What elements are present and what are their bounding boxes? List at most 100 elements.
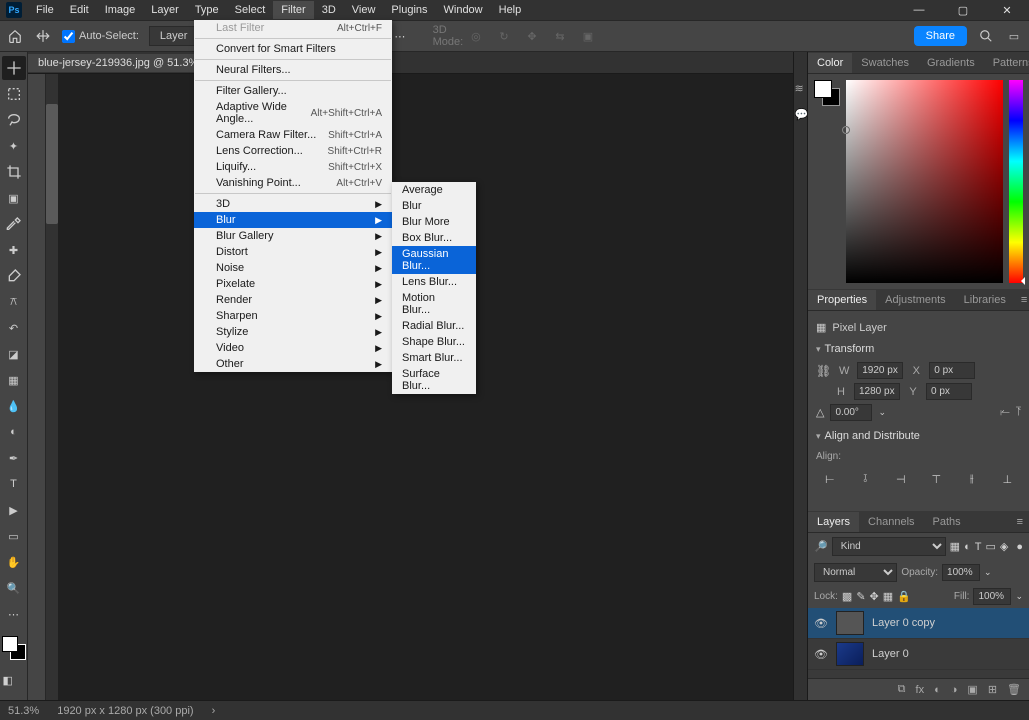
menu-blur-submenu[interactable]: Blur▶ <box>194 212 392 228</box>
layer-row[interactable]: 👁 Layer 0 <box>808 639 1029 670</box>
menu-surface-blur[interactable]: Surface Blur... <box>392 366 476 394</box>
menu-noise-submenu[interactable]: Noise▶ <box>194 260 392 276</box>
menu-lens-correction[interactable]: Lens Correction...Shift+Ctrl+R <box>194 143 392 159</box>
menu-help[interactable]: Help <box>491 1 530 19</box>
menu-video-submenu[interactable]: Video▶ <box>194 340 392 356</box>
tab-layers[interactable]: Layers <box>808 512 859 532</box>
edit-toolbar[interactable]: ⋯ <box>2 602 26 626</box>
marquee-tool[interactable] <box>2 82 26 106</box>
gradient-tool[interactable]: ▦ <box>2 368 26 392</box>
menu-file[interactable]: File <box>28 1 62 19</box>
opacity-dropdown-icon[interactable]: ⌄ <box>984 567 992 578</box>
tab-libraries[interactable]: Libraries <box>955 290 1015 310</box>
auto-select-check[interactable] <box>62 30 75 43</box>
rectangle-tool[interactable]: ▭ <box>2 524 26 548</box>
align-vcenter-icon[interactable]: ⫲ <box>963 470 981 488</box>
home-icon[interactable] <box>6 27 24 45</box>
tab-color[interactable]: Color <box>808 53 852 73</box>
more-options-icon[interactable]: ⋯ <box>391 27 409 45</box>
eyedropper-tool[interactable] <box>2 212 26 236</box>
menu-layer[interactable]: Layer <box>143 1 187 19</box>
layer-thumbnail[interactable] <box>836 611 864 635</box>
menu-vanishing-point[interactable]: Vanishing Point...Alt+Ctrl+V <box>194 175 392 191</box>
move-tool[interactable] <box>2 56 26 80</box>
zoom-level[interactable]: 51.3% <box>8 705 39 717</box>
lock-transparent-icon[interactable]: ▩ <box>842 590 852 603</box>
layer-name[interactable]: Layer 0 <box>872 648 909 660</box>
lock-all-icon[interactable]: 🔒 <box>897 590 911 603</box>
pen-tool[interactable]: ✒ <box>2 446 26 470</box>
link-layers-icon[interactable]: ⧉ <box>898 683 906 696</box>
auto-select-checkbox[interactable]: Auto-Select: <box>62 30 139 43</box>
crop-tool[interactable] <box>2 160 26 184</box>
maximize-button[interactable]: ▢ <box>941 0 985 20</box>
menu-camera-raw[interactable]: Camera Raw Filter...Shift+Ctrl+A <box>194 127 392 143</box>
menu-blur-more[interactable]: Blur More <box>392 214 476 230</box>
filter-shape-icon[interactable]: ▭ <box>985 540 995 553</box>
link-wh-icon[interactable]: ⛓ <box>816 364 831 378</box>
hand-tool[interactable]: ✋ <box>2 550 26 574</box>
menu-neural-filters[interactable]: Neural Filters... <box>194 62 392 78</box>
filter-smart-icon[interactable]: ◈ <box>1000 540 1008 553</box>
align-section-header[interactable]: ▾Align and Distribute <box>812 427 1025 445</box>
healing-brush-tool[interactable]: ✚ <box>2 238 26 262</box>
menu-blur[interactable]: Blur <box>392 198 476 214</box>
group-icon[interactable]: ▣ <box>967 683 977 696</box>
fill-input[interactable] <box>973 588 1011 605</box>
menu-smart-blur[interactable]: Smart Blur... <box>392 350 476 366</box>
filter-pixel-icon[interactable]: ▦ <box>950 540 960 553</box>
adjustment-layer-icon[interactable]: ◑ <box>951 684 958 696</box>
menu-radial-blur[interactable]: Radial Blur... <box>392 318 476 334</box>
flip-vertical-icon[interactable]: ⥔ <box>1016 406 1021 419</box>
color-fg-bg-swatch[interactable] <box>814 80 840 106</box>
lock-position-icon[interactable]: ✥ <box>870 590 879 603</box>
height-input[interactable] <box>854 383 900 400</box>
opacity-input[interactable] <box>942 564 980 581</box>
lock-image-icon[interactable]: ✎ <box>856 590 865 603</box>
tab-channels[interactable]: Channels <box>859 512 923 532</box>
comments-panel-icon[interactable]: 💬 <box>795 108 807 120</box>
visibility-icon[interactable]: 👁 <box>814 648 828 661</box>
menu-select[interactable]: Select <box>227 1 274 19</box>
tab-patterns[interactable]: Patterns <box>984 53 1029 73</box>
menu-motion-blur[interactable]: Motion Blur... <box>392 290 476 318</box>
flip-horizontal-icon[interactable]: ⥒ <box>1000 406 1010 419</box>
visibility-icon[interactable]: 👁 <box>814 617 828 630</box>
menu-shape-blur[interactable]: Shape Blur... <box>392 334 476 350</box>
align-right-icon[interactable]: ⊣ <box>892 470 910 488</box>
width-input[interactable] <box>857 362 903 379</box>
layer-filter-kind[interactable]: Kind <box>832 537 946 556</box>
layer-mask-icon[interactable]: ◐ <box>934 684 941 696</box>
status-chevron-icon[interactable]: › <box>212 705 216 717</box>
quick-mask-toggle[interactable]: ◧ <box>3 674 25 686</box>
menu-average[interactable]: Average <box>392 182 476 198</box>
align-bottom-icon[interactable]: ⊥ <box>998 470 1016 488</box>
clone-stamp-tool[interactable]: ⚻ <box>2 290 26 314</box>
close-button[interactable]: ✕ <box>985 0 1029 20</box>
transform-section-header[interactable]: ▾Transform <box>812 340 1025 358</box>
delete-layer-icon[interactable]: 🗑 <box>1007 683 1021 696</box>
filter-type-icon[interactable]: T <box>975 541 982 553</box>
dodge-tool[interactable]: ◐ <box>2 420 26 444</box>
menu-type[interactable]: Type <box>187 1 227 19</box>
type-tool[interactable]: T <box>2 472 26 496</box>
menu-adaptive-wide-angle[interactable]: Adaptive Wide Angle...Alt+Shift+Ctrl+A <box>194 99 392 127</box>
align-left-icon[interactable]: ⊢ <box>821 470 839 488</box>
blend-mode-select[interactable]: Normal <box>814 563 897 582</box>
menu-liquify[interactable]: Liquify...Shift+Ctrl+X <box>194 159 392 175</box>
menu-edit[interactable]: Edit <box>62 1 97 19</box>
layer-style-icon[interactable]: fx <box>916 684 925 696</box>
menu-other-submenu[interactable]: Other▶ <box>194 356 392 372</box>
path-selection-tool[interactable]: ▶ <box>2 498 26 522</box>
menu-convert-smart-filters[interactable]: Convert for Smart Filters <box>194 41 392 57</box>
layer-name[interactable]: Layer 0 copy <box>872 617 935 629</box>
move-tool-icon[interactable] <box>34 27 52 45</box>
tab-adjustments[interactable]: Adjustments <box>876 290 955 310</box>
x-input[interactable] <box>929 362 975 379</box>
menu-view[interactable]: View <box>344 1 384 19</box>
menu-sharpen-submenu[interactable]: Sharpen▶ <box>194 308 392 324</box>
layer-filter-search-icon[interactable]: 🔎 <box>814 540 828 553</box>
foreground-background-swatch[interactable] <box>2 636 26 660</box>
blur-tool[interactable]: 💧 <box>2 394 26 418</box>
history-panel-icon[interactable]: ≋ <box>795 82 807 94</box>
